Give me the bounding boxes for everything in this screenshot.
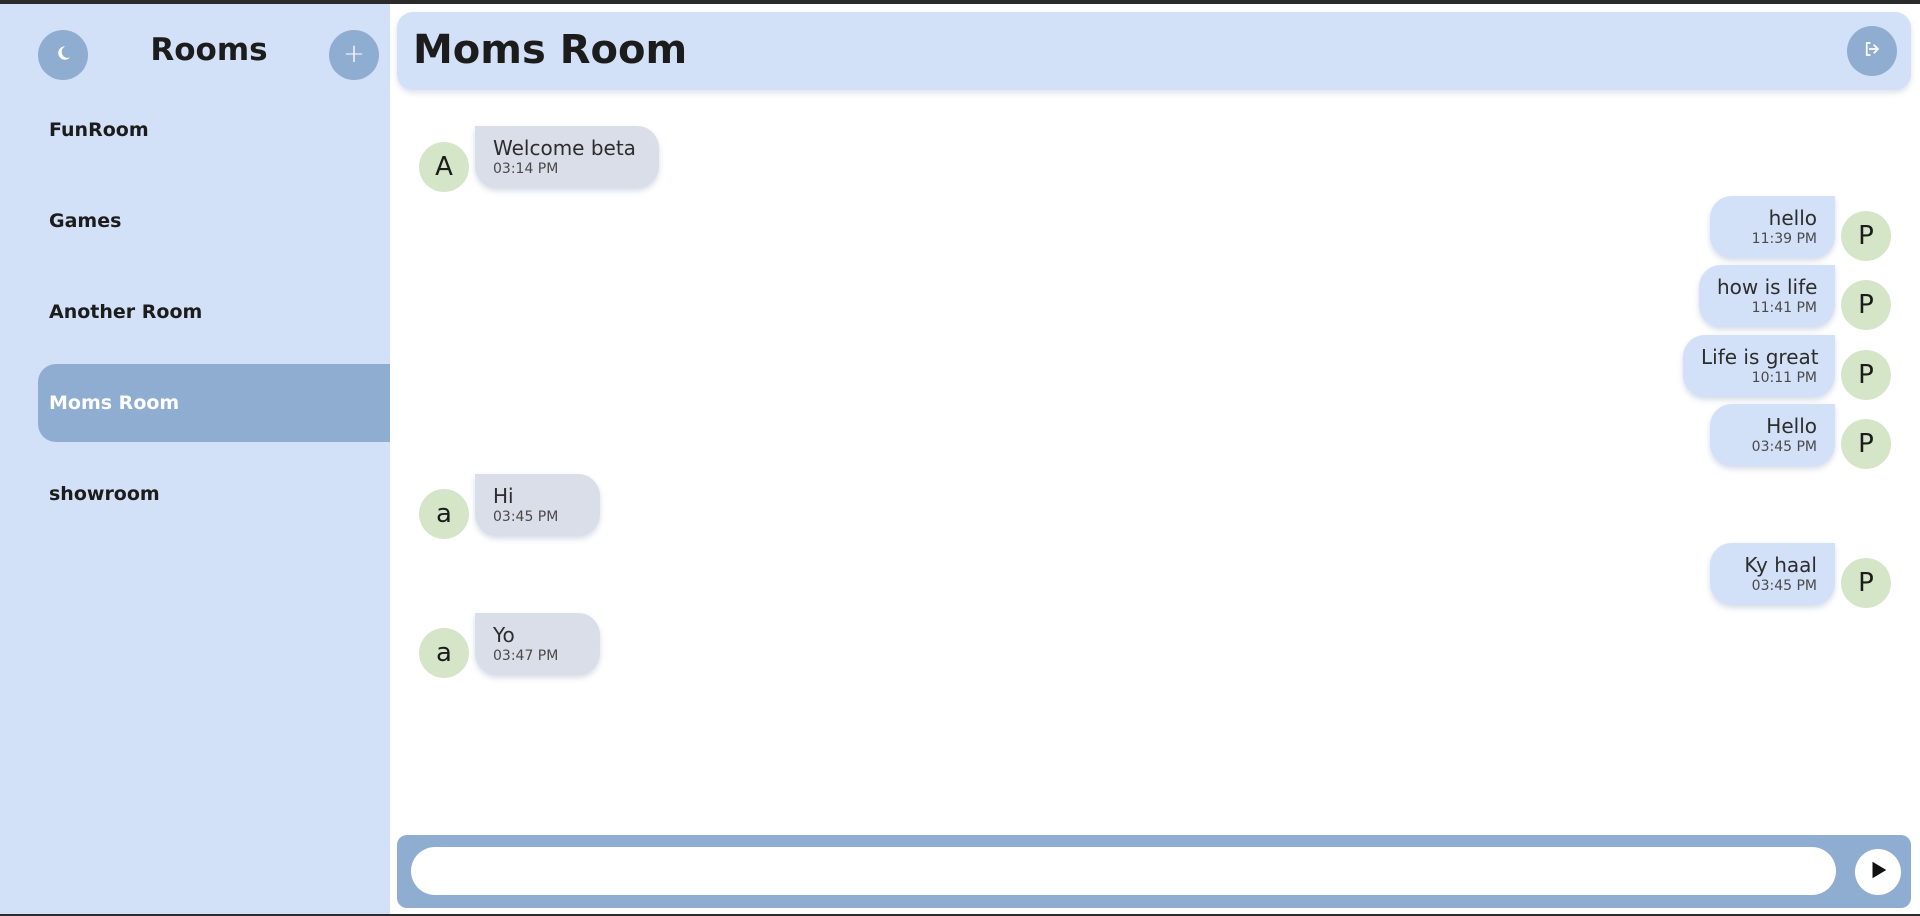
message-bubble: how is life 11:41 PM — [1699, 265, 1835, 327]
message-time: 10:11 PM — [1751, 370, 1817, 386]
room-item-label: Another Room — [49, 301, 203, 323]
message-time: 03:45 PM — [493, 509, 559, 525]
chat-title: Moms Room — [413, 27, 688, 73]
room-item-games[interactable]: Games — [38, 182, 390, 260]
message-time: 03:45 PM — [1751, 578, 1817, 594]
message-list: A Welcome beta 03:14 PM hello 11:39 PM P… — [397, 100, 1911, 820]
add-room-button[interactable]: + — [329, 30, 379, 80]
avatar: P — [1841, 350, 1891, 400]
message-bubble: hello 11:39 PM — [1710, 196, 1835, 258]
message-time: 03:47 PM — [493, 648, 559, 664]
message-time: 11:39 PM — [1751, 231, 1817, 247]
sidebar-header: Rooms + — [0, 4, 390, 104]
message-time: 03:45 PM — [1751, 439, 1817, 455]
room-item-label: Moms Room — [49, 392, 180, 414]
message-text: Welcome beta — [493, 136, 636, 160]
avatar: P — [1841, 558, 1891, 608]
room-item-moms-room[interactable]: Moms Room — [38, 364, 390, 442]
room-item-label: FunRoom — [49, 119, 149, 141]
message-composer — [397, 835, 1911, 908]
logout-button[interactable] — [1847, 26, 1897, 76]
avatar: P — [1841, 211, 1891, 261]
avatar: P — [1841, 419, 1891, 469]
send-button[interactable] — [1855, 849, 1901, 895]
plus-icon: + — [343, 39, 365, 69]
avatar: a — [419, 489, 469, 539]
rooms-sidebar: Rooms + FunRoom Games Another Room Moms … — [0, 4, 390, 914]
room-item-label: Games — [49, 210, 122, 232]
room-item-label: showroom — [49, 483, 160, 505]
message-bubble: Welcome beta 03:14 PM — [475, 126, 659, 188]
message-bubble: Life is great 10:11 PM — [1683, 335, 1835, 397]
message-input[interactable] — [411, 847, 1836, 895]
message-bubble: Yo 03:47 PM — [475, 613, 600, 675]
chat-header: Moms Room — [397, 12, 1911, 90]
room-item-another-room[interactable]: Another Room — [38, 273, 390, 351]
message-text: Ky haal — [1744, 553, 1817, 577]
avatar: a — [419, 628, 469, 678]
send-icon — [1867, 859, 1889, 885]
message-text: Life is great — [1701, 345, 1819, 369]
avatar: A — [419, 142, 469, 192]
message-text: Yo — [493, 623, 515, 647]
message-text: Hello — [1766, 414, 1817, 438]
message-text: hello — [1768, 206, 1817, 230]
message-bubble: Ky haal 03:45 PM — [1710, 543, 1835, 605]
message-bubble: Hello 03:45 PM — [1710, 404, 1835, 466]
message-text: Hi — [493, 484, 514, 508]
message-time: 03:14 PM — [493, 161, 559, 177]
avatar: P — [1841, 280, 1891, 330]
message-bubble: Hi 03:45 PM — [475, 474, 600, 536]
logout-icon — [1863, 40, 1881, 62]
room-item-showroom[interactable]: showroom — [38, 455, 390, 533]
message-text: how is life — [1717, 275, 1818, 299]
room-item-funroom[interactable]: FunRoom — [38, 91, 390, 169]
message-time: 11:41 PM — [1751, 300, 1817, 316]
